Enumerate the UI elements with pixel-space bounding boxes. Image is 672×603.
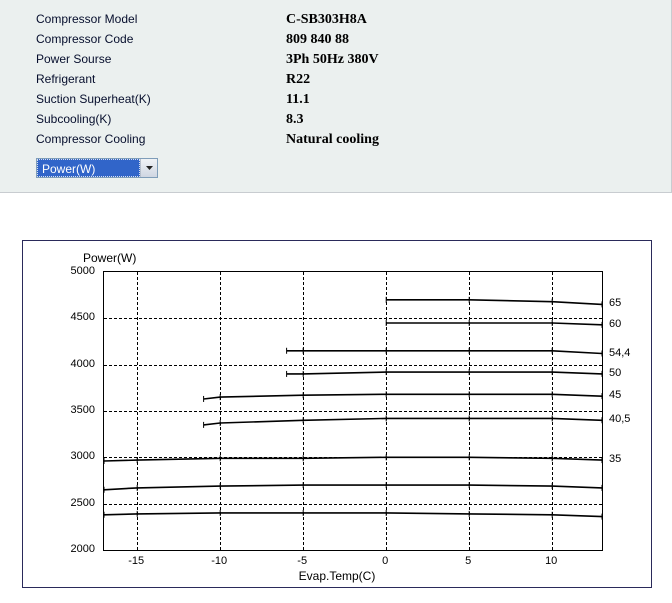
chart-gridline-h (104, 365, 602, 366)
spec-value: 3Ph 50Hz 380V (286, 52, 379, 68)
chevron-down-icon[interactable] (140, 159, 157, 177)
spec-value: 11.1 (286, 92, 310, 108)
chart-plot-area (103, 271, 603, 551)
chart-series-label: 54,4 (609, 347, 630, 359)
spec-value: C-SB303H8A (286, 12, 367, 28)
spec-row-model: Compressor Model C-SB303H8A (0, 10, 671, 30)
chart-gridline-h (104, 318, 602, 319)
chart-series-label: 65 (609, 297, 621, 309)
chart-series-label: 45 (609, 389, 621, 401)
chart-x-tick-label: -15 (121, 555, 151, 567)
chart-y-tick-label: 5000 (55, 265, 95, 277)
chart-panel: Power(W) 5000 4500 4000 3500 3000 2500 2000 -1… (22, 240, 652, 588)
spec-panel: Compressor Model C-SB303H8A Compressor C… (0, 0, 672, 193)
chart-x-tick-label: 5 (453, 555, 483, 567)
chart-y-tick-label: 3500 (55, 404, 95, 416)
chart-gridline-v (469, 272, 470, 550)
dropdown-container: Power(W) (36, 158, 671, 178)
chart-series-label: 60 (609, 318, 621, 330)
chart-y-tick-label: 2500 (55, 497, 95, 509)
chart-y-tick-label: 2000 (55, 543, 95, 555)
spec-row-superheat: Suction Superheat(K) 11.1 (0, 90, 671, 110)
chart-gridline-v (552, 272, 553, 550)
chart-x-tick-label: 10 (536, 555, 566, 567)
spec-row-power-source: Power Sourse 3Ph 50Hz 380V (0, 50, 671, 70)
chart-series-label: 35 (609, 453, 621, 465)
spec-row-refrigerant: Refrigerant R22 (0, 70, 671, 90)
spec-label: Power Sourse (0, 52, 286, 66)
chart-x-axis-label: Evap.Temp(C) (23, 569, 651, 583)
chart-series-label: 40,5 (609, 413, 630, 425)
metric-dropdown[interactable]: Power(W) (36, 158, 158, 178)
spec-value: Natural cooling (286, 132, 379, 148)
chart-title: Power(W) (83, 251, 136, 265)
spec-label: Suction Superheat(K) (0, 92, 286, 106)
chart-x-tick-label: -5 (287, 555, 317, 567)
spec-label: Compressor Code (0, 32, 286, 46)
spec-label: Refrigerant (0, 72, 286, 86)
spec-label: Subcooling(K) (0, 112, 286, 126)
dropdown-selected-text: Power(W) (37, 159, 140, 177)
chart-gridline-h (104, 457, 602, 458)
spec-label: Compressor Cooling (0, 132, 286, 146)
chart-gridline-h (104, 411, 602, 412)
chart-x-tick-label: -10 (204, 555, 234, 567)
spec-row-subcooling: Subcooling(K) 8.3 (0, 110, 671, 130)
spec-label: Compressor Model (0, 12, 286, 26)
chart-y-tick-label: 4000 (55, 358, 95, 370)
chart-y-tick-label: 4500 (55, 311, 95, 323)
spec-row-code: Compressor Code 809 840 88 (0, 30, 671, 50)
spec-value: 809 840 88 (286, 32, 349, 48)
chart-gridline-v (303, 272, 304, 550)
chart-y-tick-label: 3000 (55, 450, 95, 462)
chart-x-tick-label: 0 (370, 555, 400, 567)
chart-gridline-v (220, 272, 221, 550)
chart-gridline-h (104, 504, 602, 505)
spec-row-cooling: Compressor Cooling Natural cooling (0, 130, 671, 150)
app-window: Compressor Model C-SB303H8A Compressor C… (0, 0, 672, 603)
spec-value: R22 (286, 72, 310, 88)
spec-value: 8.3 (286, 112, 304, 128)
chart-gridline-v (137, 272, 138, 550)
chart-gridline-v (386, 272, 387, 550)
chart-series-label: 50 (609, 367, 621, 379)
